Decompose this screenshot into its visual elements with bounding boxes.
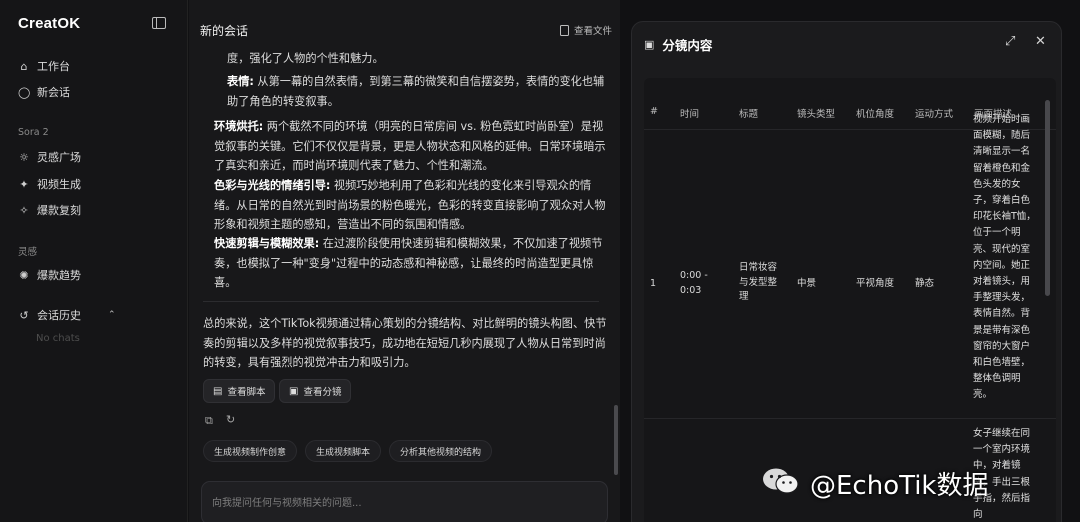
chat-title: 新的会话 [200,24,249,38]
film-icon: ▣ [644,38,655,51]
nav-label: 工作台 [37,60,70,73]
collapse-sidebar-icon[interactable] [152,17,166,29]
document-icon [559,24,569,36]
chat-scrollbar[interactable] [614,405,618,475]
chat-input[interactable] [201,481,608,522]
home-icon: ⌂ [20,59,28,73]
paragraph-heading: 表情: [227,75,254,88]
nav-label: 爆款复刻 [37,204,81,217]
nav-item-workbench[interactable]: ⌂ 工作台 [18,58,71,74]
nav-label: 新会话 [37,86,70,99]
section-label-sora: Sora 2 [18,127,49,138]
nav-label: 会话历史 [37,309,81,322]
paragraph-text: 从第一幕的自然表情，到第三幕的微笑和自信摆姿势，表情的变化也辅助了角色的转变叙事… [227,75,605,108]
nav-item-inspiration-plaza[interactable]: ☼ 灵感广场 [18,149,81,165]
column-header: 镜头类型 [797,109,836,120]
panel-title-text: 分镜内容 [662,38,713,53]
cell-title: 日常妆容与发型整理 [739,262,778,302]
nav-label: 爆款趋势 [37,269,81,282]
paragraph-heading: 快速剪辑与模糊效果: [214,237,320,250]
chat-area: 新的会话 查看文件 度，强化了人物的个性和魅力。 表情: 从第一幕的自然表情，到… [189,0,620,522]
film-icon: ▣ [289,385,299,397]
refresh-icon[interactable]: ↻ [226,413,235,426]
nav-item-viral-trends[interactable]: ✺ 爆款趋势 [18,267,81,283]
history-icon: ↺ [19,308,29,322]
sidebar: CreatOK ⌂ 工作台 ◯ 新会话 Sora 2 ☼ 灵感广场 ✦ 视频生成… [0,0,188,522]
nav-item-viral-replicate[interactable]: ✧ 爆款复刻 [18,202,81,218]
nav-item-video-generation[interactable]: ✦ 视频生成 [18,176,81,192]
cell-index: 1 [650,278,657,289]
table-scrollbar[interactable] [1045,100,1050,296]
column-header: # [650,106,658,117]
suggestion-chip[interactable]: 生成视频制作创意 [203,440,298,462]
paragraph-text: 度，强化了人物的个性和魅力。 [227,52,384,65]
column-header: 时间 [680,109,700,120]
suggestion-chip[interactable]: 生成视频脚本 [305,440,382,462]
suggestion-chip[interactable]: 分析其他视频的结构 [389,440,493,462]
analysis-paragraph: 表情: 从第一幕的自然表情，到第三幕的微笑和自信摆姿势，表情的变化也辅助了角色的… [227,72,605,111]
nav-item-new-chat[interactable]: ◯ 新会话 [18,84,70,100]
paragraph-heading: 色彩与光线的情绪引导: [214,179,331,192]
view-storyboard-button[interactable]: ▣ 查看分镜 [279,379,352,403]
storyboard-table: # 时间 标题 镜头类型 机位角度 运动方式 画面描述 1 0:00 - 0:0… [644,78,1056,522]
view-storyboard-label: 查看分镜 [303,387,342,398]
paragraph-heading: 环境烘托: [214,120,264,133]
view-file-button[interactable]: 查看文件 [559,23,612,37]
paragraph-text: 两个截然不同的环境（明亮的日常房间 vs. 粉色霓虹时尚卧室）是视觉叙事的关键。… [214,120,606,172]
copy-icon[interactable]: ⧉ [205,414,213,428]
expand-icon[interactable]: ⤢ [1005,34,1015,49]
trend-icon: ✺ [19,268,29,282]
sparkle-icon: ✦ [19,177,29,191]
column-header: 标题 [739,109,759,120]
analysis-paragraph: 色彩与光线的情绪引导: 视频巧妙地利用了色彩和光线的变化来引导观众的情绪。从日常… [214,176,606,235]
cell-shot-type: 中景 [797,278,817,289]
column-header: 机位角度 [856,109,895,120]
cell-description: 视频开始时画面模糊，随后清晰显示一名留着橙色和金色头发的女子，穿着白色印花长袖T… [973,114,1036,401]
cell-camera-angle: 平视角度 [856,278,895,289]
nav-item-chat-history[interactable]: ↺ 会话历史 ⌃ [18,307,116,323]
wechat-logo-icon [763,468,799,494]
analysis-paragraph: 快速剪辑与模糊效果: 在过渡阶段使用快速剪辑和模糊效果，不仅加速了视频节奏，也模… [214,234,606,293]
nav-label: 视频生成 [37,178,81,191]
column-header: 运动方式 [915,109,954,120]
panel-title: ▣ 分镜内容 [644,35,712,54]
magic-wand-icon: ✧ [19,203,29,217]
lightbulb-icon: ☼ [19,150,29,164]
watermark-text: @EchoTik数据 [810,471,989,501]
analysis-paragraph: 度，强化了人物的个性和魅力。 [227,49,605,69]
section-label-inspiration: 灵感 [18,247,38,258]
chat-bubble-icon: ◯ [18,85,31,99]
summary-paragraph: 总的来说，这个TikTok视频通过精心策划的分镜结构、对比鲜明的镜头构图、快节奏… [203,317,607,369]
view-script-label: 查看脚本 [227,387,266,398]
storyboard-panel: ▣ 分镜内容 ⤢ ✕ # 时间 标题 镜头类型 机位角度 运动方式 画面描述 1… [631,21,1062,522]
cell-motion: 静态 [915,278,935,289]
app-logo[interactable]: CreatOK [18,15,80,32]
script-icon: ▤ [213,385,223,397]
close-icon[interactable]: ✕ [1035,34,1046,49]
no-chats-text: No chats [36,333,80,344]
cell-time: 0:00 - 0:03 [680,270,708,296]
row-divider [644,418,1056,419]
view-file-label: 查看文件 [573,26,612,37]
nav-label: 灵感广场 [37,151,81,164]
view-script-button[interactable]: ▤ 查看脚本 [203,379,276,403]
chevron-up-icon: ⌃ [108,310,116,320]
divider [203,301,599,302]
analysis-paragraph: 环境烘托: 两个截然不同的环境（明亮的日常房间 vs. 粉色霓虹时尚卧室）是视觉… [214,117,606,176]
